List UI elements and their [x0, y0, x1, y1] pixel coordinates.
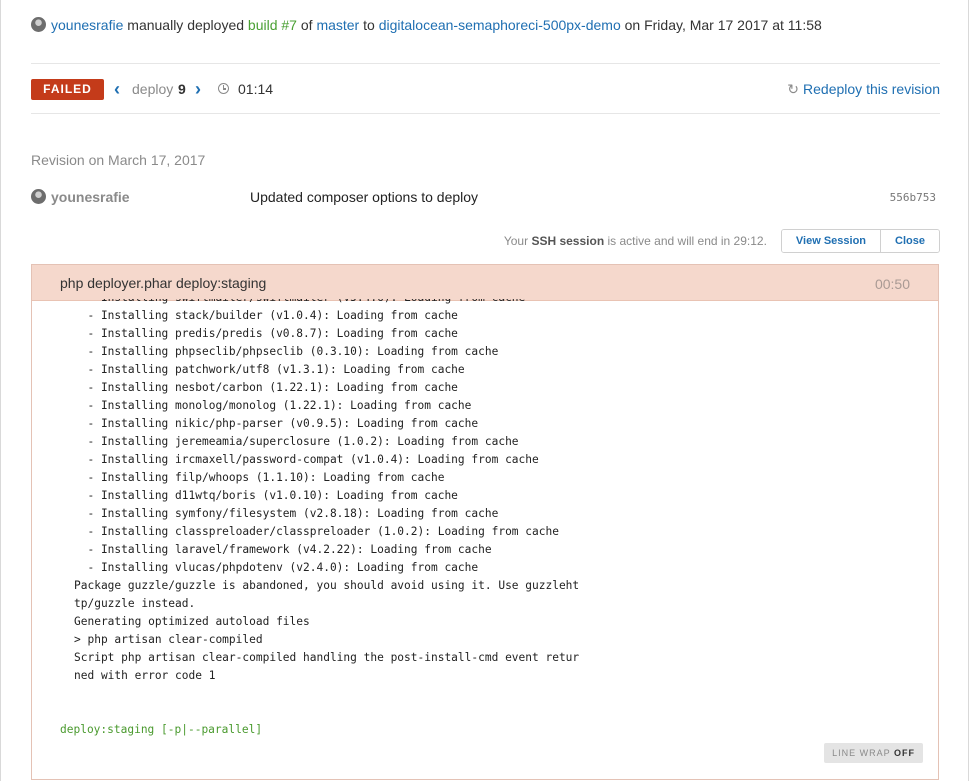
log-line: tp/guzzle instead. — [74, 597, 196, 610]
log-line: - Installing phpseclib/phpseclib (0.3.10… — [74, 345, 499, 358]
ssh-suffix: is active and will end in 29:12. — [604, 234, 767, 248]
command-log-header[interactable]: php deployer.phar deploy:staging 00:50 — [32, 265, 938, 301]
close-session-button[interactable]: Close — [880, 230, 939, 252]
status-badge: FAILED — [31, 79, 104, 100]
line-wrap-label: LINE WRAP — [832, 748, 894, 758]
log-line: > php artisan clear-compiled — [74, 633, 263, 646]
log-line: - Installing ircmaxell/password-compat (… — [74, 453, 539, 466]
command-duration: 00:50 — [874, 276, 910, 292]
deploy-number: 9 — [178, 81, 186, 97]
deploy-label: deploy — [132, 81, 174, 97]
action-text: manually deployed — [123, 17, 248, 33]
line-wrap-state: OFF — [894, 748, 915, 758]
user-avatar — [31, 17, 46, 32]
log-line: - Installing stack/builder (v1.0.4): Loa… — [74, 309, 458, 322]
next-deploy-icon[interactable]: › — [195, 79, 201, 99]
ssh-prefix: Your — [503, 234, 532, 248]
refresh-icon: ↻ — [787, 81, 800, 97]
log-line: - Installing laravel/framework (v4.2.22)… — [74, 543, 492, 556]
log-line: Package guzzle/guzzle is abandoned, you … — [74, 579, 580, 592]
log-line: - Installing d11wtq/boris (v1.0.10): Loa… — [74, 489, 458, 502]
command-log-panel: php deployer.phar deploy:staging 00:50 -… — [31, 264, 939, 780]
failed-command-output: deploy:staging [-p|--parallel] — [60, 723, 263, 736]
server-link[interactable]: digitalocean-semaphoreci-500px-demo — [379, 17, 621, 33]
log-line: - Installing swiftmailer/swiftmailer (v5… — [74, 299, 579, 307]
to-text: to — [359, 17, 379, 33]
log-line: - Installing nikic/php-parser (v0.9.5): … — [74, 417, 479, 430]
user-link[interactable]: younesrafie — [51, 17, 123, 33]
revision-author-name: younesrafie — [51, 189, 130, 205]
divider-status — [31, 113, 940, 114]
of-text: of — [296, 17, 317, 33]
commit-sha[interactable]: 556b753 — [890, 191, 936, 204]
log-line: - Installing filp/whoops (1.1.10): Loadi… — [74, 471, 445, 484]
log-line: Generating optimized autoload files — [74, 615, 310, 628]
log-line: - Installing vlucas/phpdotenv (v2.4.0): … — [74, 561, 479, 574]
redeploy-label: Redeploy this revision — [803, 81, 940, 97]
log-line: Script php artisan clear-compiled handli… — [74, 651, 580, 664]
deploy-summary: younesrafie manually deployed build #7 o… — [31, 14, 951, 36]
deploy-time-text: on Friday, Mar 17 2017 at 11:58 — [620, 17, 822, 33]
ssh-session-label: SSH session — [531, 234, 605, 248]
branch-link[interactable]: master — [316, 17, 359, 33]
redeploy-button[interactable]: ↻ Redeploy this revision — [787, 81, 940, 98]
view-session-button[interactable]: View Session — [781, 230, 881, 252]
revision-date: Revision on March 17, 2017 — [31, 152, 206, 168]
log-line: - Installing jeremeamia/superclosure (1.… — [74, 435, 519, 448]
divider-top — [31, 63, 940, 64]
log-line: - Installing monolog/monolog (1.22.1): L… — [74, 399, 472, 412]
build-link[interactable]: build #7 — [248, 17, 297, 33]
commit-message: Updated composer options to deploy — [250, 189, 479, 205]
clock-icon — [218, 83, 229, 94]
deploy-duration: 01:14 — [238, 81, 274, 97]
previous-deploy-icon[interactable]: ‹ — [114, 79, 120, 99]
command-output[interactable]: - Installing swiftmailer/swiftmailer (v5… — [32, 299, 938, 709]
ssh-button-group: View Session Close — [780, 229, 940, 253]
log-line: - Installing classpreloader/classpreload… — [74, 525, 559, 538]
log-lines: - Installing swiftmailer/swiftmailer (v5… — [74, 299, 579, 709]
revision-author[interactable]: younesrafie — [31, 189, 130, 205]
log-line: - Installing patchwork/utf8 (v1.3.1): Lo… — [74, 363, 465, 376]
log-line: ned with error code 1 — [74, 669, 216, 682]
line-wrap-toggle[interactable]: LINE WRAP OFF — [824, 743, 923, 763]
revision-row: younesrafie Updated composer options to … — [31, 188, 936, 210]
log-line: - Installing nesbot/carbon (1.22.1): Loa… — [74, 381, 458, 394]
ssh-session-text: Your SSH session is active and will end … — [504, 234, 767, 248]
author-avatar — [31, 189, 46, 204]
deploy-status-row: FAILED ‹ deploy 9 › 01:14 ↻ Redeploy this… — [31, 78, 940, 102]
log-line: - Installing symfony/filesystem (v2.8.18… — [74, 507, 499, 520]
ssh-session-bar: Your SSH session is active and will end … — [504, 229, 940, 253]
log-line: - Installing predis/predis (v0.8.7): Loa… — [74, 327, 458, 340]
command-name: php deployer.phar deploy:staging — [60, 275, 267, 291]
